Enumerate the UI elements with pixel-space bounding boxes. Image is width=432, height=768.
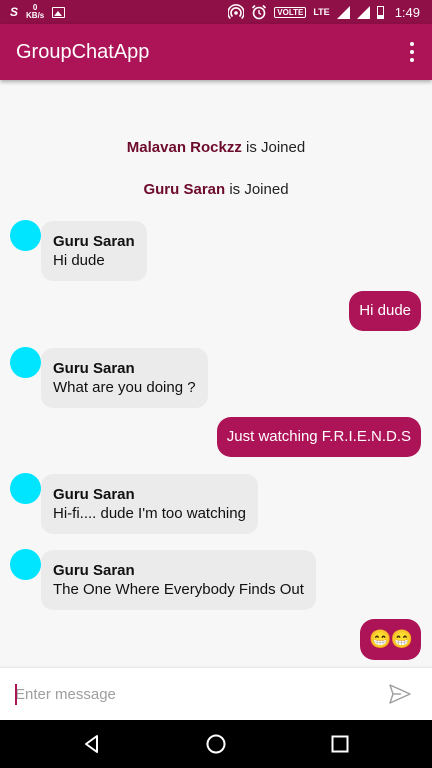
chat-list[interactable]: Malavan Rockzz is Joined Guru Saran is J… [0, 80, 432, 668]
battery-icon [376, 5, 384, 19]
incoming-message[interactable]: Guru Saran What are you doing ? [41, 348, 208, 408]
incoming-message[interactable]: Guru Saran The One Where Everybody Finds… [41, 550, 316, 610]
incoming-message[interactable]: Guru Saran Hi dude [41, 221, 147, 281]
status-bar: S 0 KB/s VOLTE LTE 1:49 [0, 0, 432, 24]
lte-label: LTE [313, 7, 330, 17]
image-icon [52, 6, 66, 18]
avatar[interactable] [10, 347, 41, 378]
joined-text: is Joined [229, 181, 289, 198]
message-text: The One Where Everybody Finds Out [53, 581, 304, 598]
volte-badge: VOLTE [274, 6, 307, 18]
message-input[interactable] [15, 680, 365, 708]
avatar[interactable] [10, 549, 41, 580]
message-text: Hi dude [53, 252, 105, 269]
signal-icon [356, 5, 370, 19]
signal-icon [336, 5, 350, 19]
incoming-message[interactable]: Guru Saran Hi-fi.... dude I'm too watchi… [41, 474, 258, 534]
avatar[interactable] [10, 220, 41, 251]
navigation-bar [0, 720, 432, 768]
outgoing-message[interactable]: Hi dude [349, 291, 421, 331]
join-notice: Malavan Rockzz is Joined [0, 139, 432, 156]
recents-icon[interactable] [328, 732, 352, 756]
outgoing-message[interactable]: Just watching F.R.I.E.N.D.S [216, 417, 421, 457]
message-composer [0, 668, 432, 720]
status-indicator: S [10, 5, 19, 19]
app-bar: GroupChatApp [0, 24, 432, 80]
data-speed: 0 KB/s [26, 4, 44, 20]
joined-user-name: Malavan Rockzz [126, 139, 242, 156]
alarm-icon [252, 4, 267, 20]
sender-name: Guru Saran [53, 486, 135, 503]
join-notice: Guru Saran is Joined [0, 181, 432, 198]
app-title: GroupChatApp [16, 41, 150, 63]
sender-name: Guru Saran [53, 360, 135, 377]
sender-name: Guru Saran [53, 233, 135, 250]
sender-name: Guru Saran [53, 562, 135, 579]
message-text: Hi dude [359, 302, 411, 319]
clock: 1:49 [394, 4, 420, 20]
outgoing-message[interactable]: 😁😁 [360, 619, 421, 660]
emoji-message: 😁😁 [369, 629, 413, 649]
back-icon[interactable] [80, 732, 104, 756]
send-icon[interactable] [388, 683, 412, 705]
overflow-menu-icon[interactable] [406, 40, 418, 64]
message-text: What are you doing ? [53, 379, 196, 396]
data-speed-unit: KB/s [26, 11, 45, 20]
message-text: Just watching F.R.I.E.N.D.S [226, 428, 411, 445]
home-icon[interactable] [204, 732, 228, 756]
hotspot-icon [228, 4, 245, 20]
joined-text: is Joined [246, 139, 306, 156]
joined-user-name: Guru Saran [143, 181, 226, 198]
message-text: Hi-fi.... dude I'm too watching [53, 505, 246, 522]
avatar[interactable] [10, 473, 41, 504]
text-cursor [15, 684, 17, 705]
